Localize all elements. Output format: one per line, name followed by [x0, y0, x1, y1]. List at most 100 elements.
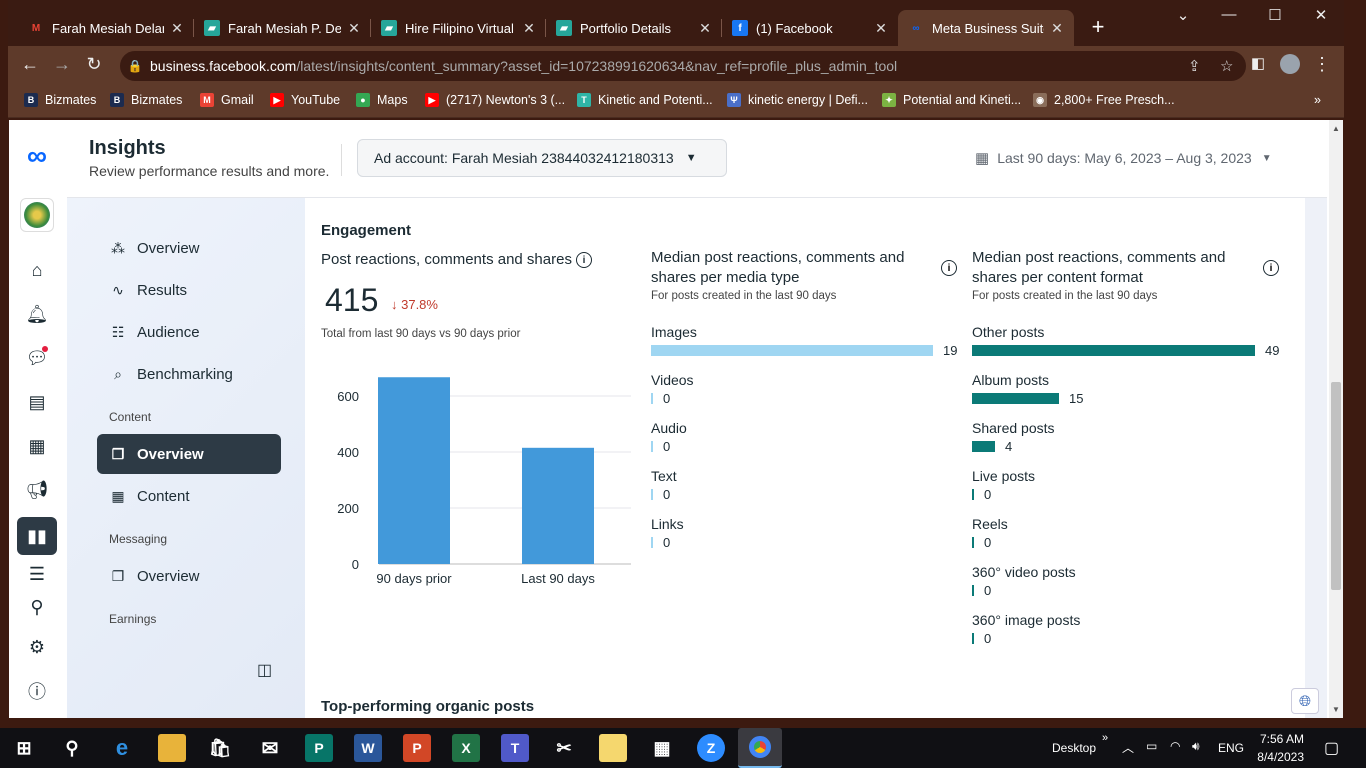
bookmark-item[interactable]: ▶ (2717) Newton's 3 (... [425, 93, 565, 107]
bookmark-item[interactable]: B Bizmates [110, 93, 182, 107]
forward-icon[interactable]: → [50, 54, 74, 75]
date-range-picker[interactable]: ▦ Last 90 days: May 6, 2023 – Aug 3, 202… [975, 149, 1272, 167]
close-tab-icon[interactable]: ✕ [698, 20, 712, 37]
help-icon[interactable]: ⓘ [23, 677, 51, 705]
all-tools-icon[interactable]: ☰ [23, 560, 51, 588]
windows-start-icon[interactable]: ⊞ [10, 734, 38, 762]
publisher-icon[interactable]: P [305, 734, 333, 762]
page-avatar[interactable] [20, 198, 54, 232]
notifications-icon[interactable]: 🔔︎ [23, 300, 51, 328]
settings-gear-icon[interactable]: ⚙ [23, 633, 51, 661]
reload-icon[interactable]: ↻ [82, 54, 106, 75]
bar-fill [972, 393, 1059, 404]
chart-bar[interactable] [522, 447, 594, 564]
ad-account-dropdown[interactable]: Ad account: Farah Mesiah 238440324121803… [357, 139, 727, 177]
browser-tab[interactable]: ▰ Farah Mesiah P. Dela ✕ [194, 10, 371, 46]
close-tab-icon[interactable]: ✕ [347, 20, 361, 37]
nav-item-overview[interactable]: ⁂ Overview [97, 228, 281, 268]
word-icon[interactable]: W [354, 734, 382, 762]
bookmark-star-icon[interactable]: ☆ [1220, 57, 1233, 75]
excel-icon[interactable]: X [452, 734, 480, 762]
info-icon[interactable]: i [1263, 260, 1279, 276]
bookmark-item[interactable]: ✦ Potential and Kineti... [882, 93, 1021, 107]
back-icon[interactable]: ← [18, 54, 42, 75]
mail-icon[interactable]: ✉ [256, 734, 284, 762]
clock-date[interactable]: 8/4/2023 [1252, 750, 1304, 764]
browser-tab[interactable]: ∞ Meta Business Suite ✕ [898, 10, 1074, 46]
top-posts-heading: Top-performing organic posts [321, 698, 535, 715]
desktop-label[interactable]: Desktop [1052, 741, 1096, 755]
info-icon[interactable]: i [941, 260, 957, 276]
insights-icon[interactable]: ▮▮ [17, 517, 57, 555]
ads-megaphone-icon[interactable]: 📢︎ [23, 476, 51, 504]
nav-item-audience[interactable]: ☷ Audience [97, 312, 281, 352]
bookmark-item[interactable]: ● Maps [356, 93, 408, 107]
scroll-up-arrow-icon[interactable]: ▲ [1332, 124, 1340, 133]
share-icon[interactable]: ⇪ [1188, 57, 1201, 75]
search-icon[interactable]: ⚲ [58, 734, 86, 762]
menu-icon[interactable]: ⋮ [1310, 54, 1334, 75]
browser-tab[interactable]: M Farah Mesiah Delanta ✕ [18, 10, 194, 46]
browser-tab[interactable]: ▰ Hire Filipino Virtual A ✕ [371, 10, 546, 46]
bookmark-item[interactable]: ▶ YouTube [270, 93, 340, 107]
bookmark-item[interactable]: B Bizmates [24, 93, 96, 107]
close-tab-icon[interactable]: ✕ [522, 20, 536, 37]
clock-time[interactable]: 7:56 AM [1258, 732, 1304, 746]
scrollbar-thumb[interactable] [1331, 382, 1341, 590]
home-icon[interactable]: ⌂ [23, 256, 51, 284]
nav-item-content-overview[interactable]: ❐ Overview [97, 434, 281, 474]
globe-icon[interactable]: 🌐︎ [1291, 688, 1319, 714]
sticky-notes-icon[interactable] [599, 734, 627, 762]
close-tab-icon[interactable]: ✕ [874, 20, 888, 37]
address-bar[interactable]: 🔒 business.facebook.com/latest/insights/… [120, 51, 1246, 81]
notifications-icon[interactable]: ▢ [1324, 738, 1339, 758]
profile-avatar[interactable] [1278, 54, 1302, 79]
info-icon[interactable]: i [575, 252, 592, 269]
browser-tab[interactable]: ▰ Portfolio Details ✕ [546, 10, 722, 46]
nav-item-results[interactable]: ∿ Results [97, 270, 281, 310]
close-tab-icon[interactable]: ✕ [170, 20, 184, 37]
maximize-button[interactable]: ☐ [1260, 6, 1290, 24]
snipping-tool-icon[interactable]: ✂ [550, 734, 578, 762]
content-icon[interactable]: ▤ [23, 388, 51, 416]
new-tab-button[interactable]: + [1088, 14, 1108, 40]
lock-icon[interactable]: 🔒 [120, 59, 150, 73]
nav-item-messaging-overview[interactable]: ❐ Overview [97, 556, 281, 596]
nav-item-content[interactable]: ▦ Content [97, 476, 281, 516]
side-panel-icon[interactable]: ◧ [1246, 54, 1270, 72]
scroll-down-arrow-icon[interactable]: ▼ [1332, 705, 1340, 714]
inbox-icon[interactable]: 💬︎ [23, 344, 51, 372]
store-icon[interactable]: 🛍︎ [206, 734, 234, 762]
chart-bar[interactable] [378, 377, 450, 564]
collapse-sidebar-icon[interactable]: ◫ [257, 660, 272, 680]
chrome-icon[interactable] [738, 728, 782, 768]
chevron-icon[interactable]: » [1102, 732, 1108, 744]
bookmark-item[interactable]: T Kinetic and Potenti... [577, 93, 713, 107]
close-window-button[interactable]: ✕ [1306, 6, 1336, 24]
minimize-button[interactable]: — [1214, 6, 1244, 23]
nav-item-benchmarking[interactable]: ⌕ Benchmarking [97, 354, 281, 394]
bookmark-item[interactable]: M Gmail [200, 93, 254, 107]
close-tab-icon[interactable]: ✕ [1050, 20, 1064, 37]
url-text[interactable]: business.facebook.com/latest/insights/co… [150, 58, 897, 74]
powerpoint-icon[interactable]: P [403, 734, 431, 762]
zoom-icon[interactable]: Z [697, 734, 725, 762]
file-explorer-icon[interactable] [158, 734, 186, 762]
more-bookmarks-icon[interactable]: » [1314, 93, 1321, 107]
language-indicator[interactable]: ENG [1218, 741, 1244, 755]
calculator-icon[interactable]: ▦ [648, 734, 676, 762]
wifi-icon[interactable]: ◠ [1170, 739, 1180, 753]
show-hidden-icons[interactable]: ︿ [1122, 739, 1134, 756]
battery-icon[interactable]: ▭ [1146, 739, 1157, 753]
bookmark-item[interactable]: Ψkinetic energy | Defi... [727, 93, 868, 107]
tab-search-button[interactable]: ⌄ [1168, 6, 1198, 24]
teams-icon[interactable]: T [501, 734, 529, 762]
planner-icon[interactable]: ▦ [23, 432, 51, 460]
browser-tab[interactable]: f (1) Facebook ✕ [722, 10, 898, 46]
search-icon[interactable]: ⚲ [23, 593, 51, 621]
bookmark-item[interactable]: ◉ 2,800+ Free Presch... [1033, 93, 1175, 107]
meta-logo-icon[interactable]: ∞ [23, 140, 51, 171]
nav-label: Overview [137, 567, 200, 585]
volume-icon[interactable]: 🔊︎ [1192, 739, 1200, 754]
edge-icon[interactable]: e [108, 734, 136, 762]
